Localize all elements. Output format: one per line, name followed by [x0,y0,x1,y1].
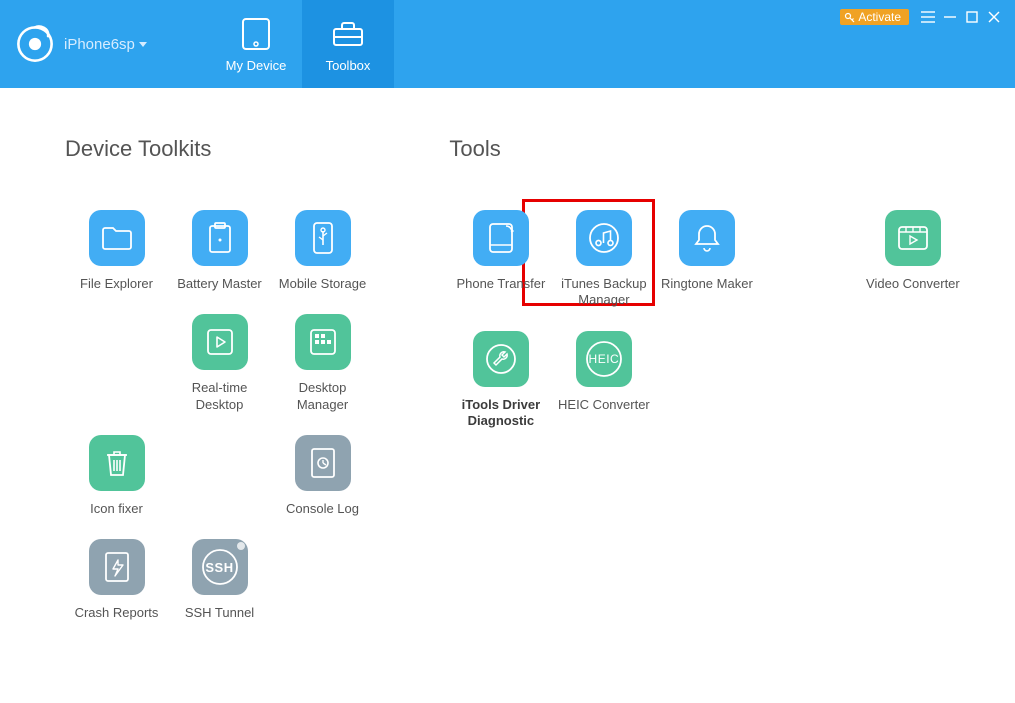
tools-grid: Phone Transfer iTunes Backup Manager Rin… [449,210,1015,451]
key-icon [844,12,855,23]
tab-bar: My Device Toolbox [210,0,394,88]
tile-ssh-tunnel[interactable]: SSH SSH Tunnel [168,539,271,621]
folder-icon [89,210,145,266]
tile-label: File Explorer [80,276,153,292]
device-toolkits-grid: File Explorer Battery Master Mobile Stor… [65,210,449,643]
tab-label: Toolbox [326,58,371,73]
main-content: Device Toolkits File Explorer Battery Ma… [0,88,1015,643]
menu-icon[interactable] [917,6,939,28]
play-icon [192,314,248,370]
tile-label: Crash Reports [75,605,159,621]
tile-realtime-desktop[interactable]: Real-time Desktop [168,314,271,413]
tile-label: Icon fixer [90,501,143,517]
section-device-toolkits: Device Toolkits File Explorer Battery Ma… [65,136,449,643]
video-icon [885,210,941,266]
tile-desktop-manager[interactable]: Desktop Manager [271,314,374,413]
tab-my-device[interactable]: My Device [210,0,302,88]
tile-label: SSH Tunnel [185,605,254,621]
header-left: iPhone6sp [0,0,210,88]
tile-file-explorer[interactable]: File Explorer [65,210,168,292]
caret-down-icon [139,42,147,47]
tile-label: Ringtone Maker [661,276,753,292]
tile-battery-master[interactable]: Battery Master [168,210,271,292]
tile-label: Real-time Desktop [172,380,268,413]
apps-grid-icon [295,314,351,370]
bell-icon [679,210,735,266]
app-logo-icon [14,23,56,65]
tile-crash-reports[interactable]: Crash Reports [65,539,168,621]
section-title: Device Toolkits [65,136,449,162]
tile-label: Video Converter [866,276,960,292]
clipboard-icon [192,210,248,266]
tile-itools-driver-diagnostic[interactable]: iTools Driver Diagnostic [449,331,552,430]
section-tools: Tools Phone Transfer iTunes Backup Manag… [449,136,1015,643]
wrench-icon [473,331,529,387]
tile-console-log[interactable]: Console Log [271,435,374,517]
tile-itunes-backup-manager[interactable]: iTunes Backup Manager [552,210,655,309]
trash-icon [89,435,145,491]
tile-label: iTunes Backup Manager [556,276,652,309]
crash-icon [89,539,145,595]
close-icon[interactable] [983,6,1005,28]
heic-icon: HEIC [576,331,632,387]
header-bar: iPhone6sp My Device Toolbox [0,0,1015,88]
tile-label: Console Log [286,501,359,517]
minimize-icon[interactable] [939,6,961,28]
tile-label: Desktop Manager [275,380,371,413]
activate-label: Activate [858,10,901,24]
tile-label: iTools Driver Diagnostic [453,397,549,430]
tile-label: HEIC Converter [558,397,650,413]
device-selector[interactable]: iPhone6sp [64,36,147,53]
tile-label: Mobile Storage [279,276,366,292]
tab-toolbox[interactable]: Toolbox [302,0,394,88]
device-name-label: iPhone6sp [64,36,135,53]
tile-video-converter[interactable]: Video Converter [861,210,964,309]
usb-phone-icon [295,210,351,266]
tile-label: Battery Master [177,276,262,292]
tile-icon-fixer[interactable]: Icon fixer [65,435,168,517]
activate-button[interactable]: Activate [840,9,909,25]
maximize-icon[interactable] [961,6,983,28]
ssh-icon: SSH [192,539,248,595]
window-controls: Activate [830,0,1015,34]
section-title: Tools [449,136,1015,162]
log-icon [295,435,351,491]
music-note-icon [576,210,632,266]
tile-label: Phone Transfer [456,276,545,292]
tile-phone-transfer[interactable]: Phone Transfer [449,210,552,309]
tile-ringtone-maker[interactable]: Ringtone Maker [655,210,758,309]
tile-mobile-storage[interactable]: Mobile Storage [271,210,374,292]
tablet-icon [238,16,274,52]
tab-label: My Device [226,58,287,73]
tile-heic-converter[interactable]: HEIC HEIC Converter [552,331,655,430]
phone-transfer-icon [473,210,529,266]
toolbox-icon [330,16,366,52]
